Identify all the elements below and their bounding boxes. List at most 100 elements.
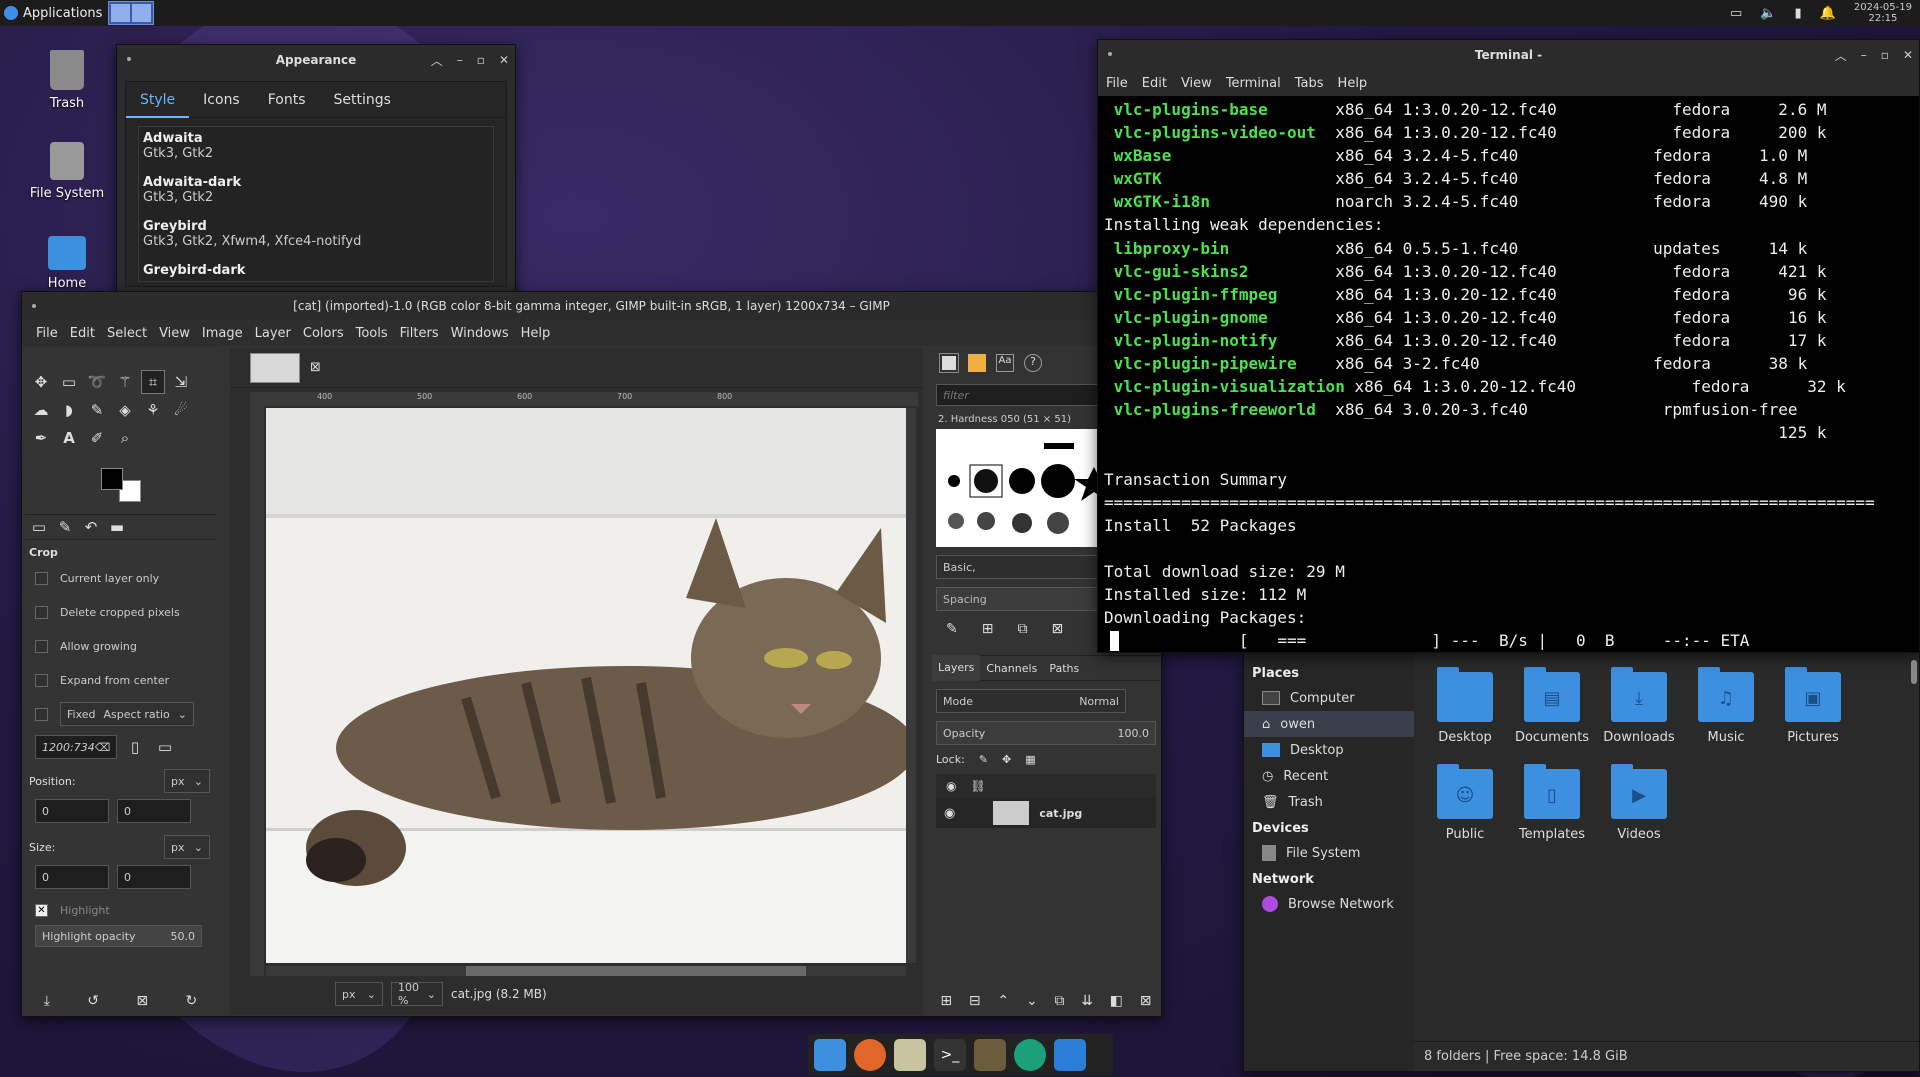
menu-layer[interactable]: Layer — [249, 326, 297, 341]
fixed-aspect-dropdown[interactable]: Fixed Aspect ratio ⌄ — [60, 702, 194, 726]
theme-item[interactable]: Greybird Gtk3, Gtk2, Xfwm4, Xfce4-notifyd — [143, 219, 489, 263]
tab-settings[interactable]: Settings — [320, 92, 405, 108]
appearance-titlebar[interactable]: Appearance ︿ – ▫ ✕ — [117, 45, 515, 75]
tab-layers[interactable]: Layers — [932, 655, 981, 681]
zoom-tool-icon[interactable]: ⌕ — [113, 426, 137, 450]
device-status-tab-icon[interactable]: ✎ — [55, 515, 75, 539]
menu-tabs[interactable]: Tabs — [1295, 76, 1324, 91]
option-delete-cropped[interactable]: Delete cropped pixels — [25, 595, 216, 629]
menu-colors[interactable]: Colors — [297, 326, 350, 341]
desktop-icon-file-system[interactable]: File System — [17, 142, 117, 201]
smudge-tool-icon[interactable]: ☄ — [169, 398, 193, 422]
position-x-input[interactable]: 0 — [35, 799, 109, 823]
menu-file[interactable]: File — [1106, 76, 1128, 91]
menu-windows[interactable]: Windows — [445, 326, 515, 341]
option-current-layer-only[interactable]: Current layer only — [25, 561, 216, 595]
paintbrush-tool-icon[interactable]: ✎ — [85, 398, 109, 422]
canvas[interactable] — [266, 408, 906, 963]
sidebar-item-desktop[interactable]: Desktop — [1244, 737, 1414, 763]
help-tab-icon[interactable]: ? — [1024, 354, 1042, 372]
firefox-icon[interactable] — [854, 1039, 886, 1071]
theme-item[interactable]: Adwaita Gtk3, Gtk2 — [143, 131, 489, 175]
file-manager-icon[interactable] — [894, 1039, 926, 1071]
menu-file[interactable]: File — [30, 326, 64, 341]
layer-row[interactable]: ◉ cat.jpg — [936, 798, 1156, 828]
option-highlight[interactable]: ✕ Highlight — [25, 895, 216, 925]
terminal-icon[interactable]: >_ — [934, 1039, 966, 1071]
merge-layer-icon[interactable]: ⇊ — [1081, 993, 1093, 1009]
display-icon[interactable]: ▭ — [1730, 6, 1742, 21]
sidebar-item-owen[interactable]: ⌂ owen — [1244, 711, 1414, 737]
option-allow-growing[interactable]: Allow growing — [25, 629, 216, 663]
folder-pictures[interactable]: ▣ Pictures — [1770, 667, 1856, 745]
horizontal-scrollbar[interactable] — [266, 966, 906, 976]
applications-menu[interactable]: Applications — [0, 6, 102, 21]
menu-view[interactable]: View — [153, 326, 196, 341]
vertical-scrollbar[interactable] — [906, 408, 916, 963]
volume-icon[interactable]: 🔈 — [1760, 6, 1776, 21]
aspect-ratio-input[interactable]: 1200:734 ⌫ — [35, 735, 117, 759]
notification-bell-icon[interactable]: 🔔 — [1820, 6, 1836, 21]
move-tool-icon[interactable]: ✥ — [29, 370, 53, 394]
size-height-input[interactable]: 0 — [117, 865, 191, 889]
duplicate-layer-icon[interactable]: ⧉ — [1054, 993, 1064, 1009]
size-unit-dropdown[interactable]: px ⌄ — [164, 835, 210, 859]
portrait-icon[interactable]: ▯ — [123, 735, 147, 759]
desktop-icon-home[interactable]: Home — [17, 236, 117, 291]
image-thumbnail-tab[interactable] — [250, 352, 300, 383]
position-y-input[interactable]: 0 — [117, 799, 191, 823]
sidebar-item-trash[interactable]: 🗑 Trash — [1244, 789, 1414, 815]
tool-options-tab-icon[interactable]: ▭ — [29, 515, 49, 539]
reset-options-icon[interactable]: ↻ — [186, 993, 198, 1009]
crop-tool-icon[interactable]: ⌗ — [141, 370, 165, 394]
text-tool-icon[interactable]: A — [57, 426, 81, 450]
color-picker-tool-icon[interactable]: ✐ — [85, 426, 109, 450]
duplicate-brush-icon[interactable]: ⧉ — [1017, 621, 1027, 637]
show-desktop-icon[interactable] — [814, 1039, 846, 1071]
close-icon[interactable]: ✕ — [499, 53, 509, 67]
clock[interactable]: 2024-05-19 22:15 — [1854, 2, 1912, 24]
shade-icon[interactable]: ︿ — [431, 52, 443, 69]
folder-documents[interactable]: ▤ Documents — [1509, 667, 1595, 745]
terminal-scrollbar[interactable] — [1911, 660, 1917, 684]
foreground-color[interactable] — [101, 468, 123, 490]
tab-icons[interactable]: Icons — [189, 92, 254, 108]
raise-layer-icon[interactable]: ⌃ — [997, 993, 1009, 1009]
menu-select[interactable]: Select — [101, 326, 153, 341]
menu-terminal[interactable]: Terminal — [1226, 76, 1281, 91]
close-icon[interactable]: ✕ — [1903, 48, 1913, 62]
restore-options-icon[interactable]: ↺ — [87, 993, 99, 1009]
maximize-icon[interactable]: ▫ — [477, 53, 485, 67]
lock-pixels-icon[interactable]: ✎ — [979, 753, 988, 766]
sidebar-item-file-system[interactable]: File System — [1244, 840, 1414, 866]
paths-tool-icon[interactable]: ✒ — [29, 426, 53, 450]
sidebar-item-browse-network[interactable]: Browse Network — [1244, 891, 1414, 917]
delete-layer-icon[interactable]: ⊠ — [1140, 993, 1152, 1009]
minimize-icon[interactable]: – — [1861, 48, 1867, 62]
unified-transform-tool-icon[interactable]: ⇲ — [169, 370, 193, 394]
folder-downloads[interactable]: ⤓ Downloads — [1596, 667, 1682, 745]
menu-view[interactable]: View — [1181, 76, 1212, 91]
warp-tool-icon[interactable]: ☁ — [29, 398, 53, 422]
fuzzy-select-tool-icon[interactable]: ⚚ — [113, 370, 137, 394]
brushes-tab-icon[interactable] — [939, 353, 959, 373]
tab-style[interactable]: Style — [126, 82, 190, 118]
menu-tools[interactable]: Tools — [350, 326, 394, 341]
edit-brush-icon[interactable]: ✎ — [946, 621, 958, 637]
menu-image[interactable]: Image — [196, 326, 249, 341]
sidebar-item-recent[interactable]: ◷ Recent — [1244, 763, 1414, 789]
undo-history-tab-icon[interactable]: ↶ — [81, 515, 101, 539]
folder-templates[interactable]: ▯ Templates — [1509, 764, 1595, 842]
desktop-icon-trash[interactable]: Trash — [17, 50, 117, 111]
new-brush-icon[interactable]: ⊞ — [982, 621, 994, 637]
zoom-dropdown[interactable]: 100 % ⌄ — [391, 981, 443, 1007]
workspace-switcher[interactable] — [108, 1, 155, 25]
minimize-icon[interactable]: – — [457, 53, 463, 67]
sidebar-item-computer[interactable]: Computer — [1244, 685, 1414, 711]
eye-icon[interactable]: ◉ — [944, 806, 955, 821]
delete-options-icon[interactable]: ⊠ — [136, 993, 148, 1009]
layer-opacity-slider[interactable]: Opacity 100.0 — [936, 721, 1156, 745]
color-swatches[interactable] — [25, 458, 216, 514]
clone-tool-icon[interactable]: ⚘ — [141, 398, 165, 422]
menu-edit[interactable]: Edit — [64, 326, 101, 341]
